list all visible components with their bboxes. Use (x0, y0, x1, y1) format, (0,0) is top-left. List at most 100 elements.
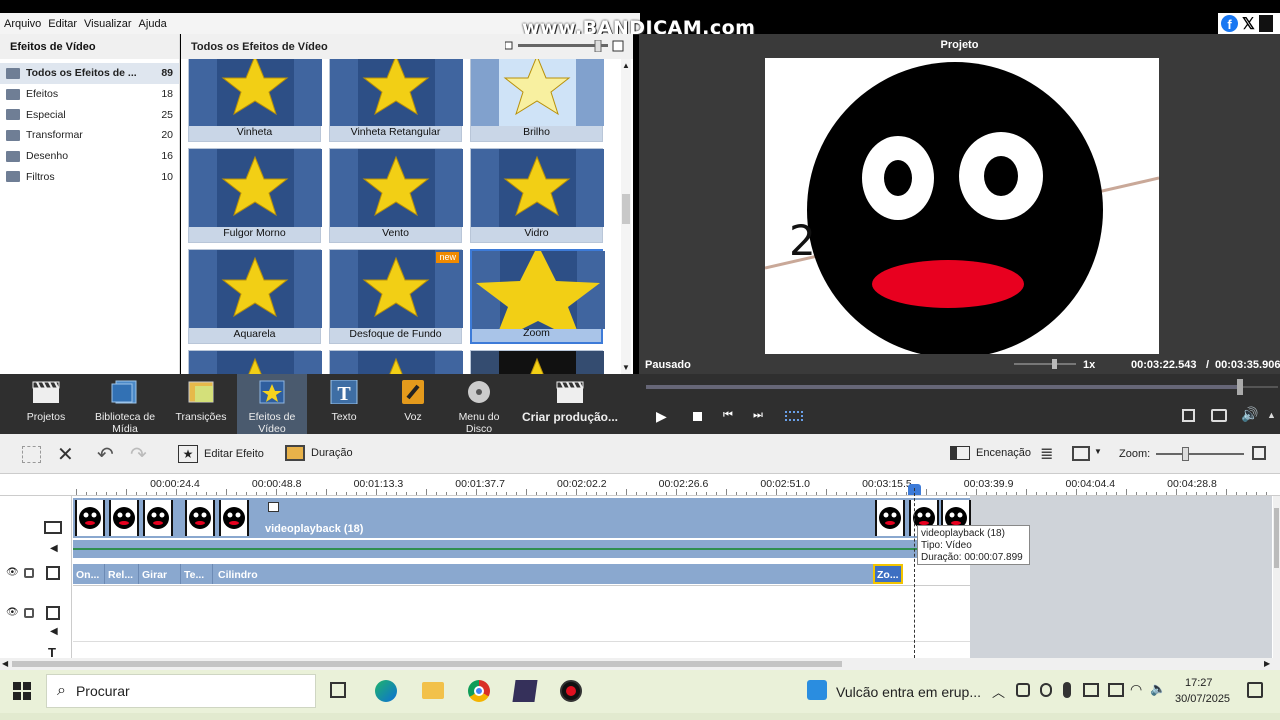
task-view-icon[interactable] (330, 682, 346, 698)
category-filtros[interactable]: Filtros 10 (0, 166, 179, 187)
clock-date[interactable]: 30/07/2025 (1175, 693, 1230, 705)
wifi-icon[interactable]: ◠ (1130, 681, 1142, 698)
audio-mixer-icon[interactable]: ≣ (1040, 444, 1053, 464)
timeline-horizontal-scrollbar[interactable]: ◀ ▶ (0, 658, 1280, 670)
scroll-thumb[interactable] (622, 194, 630, 224)
menu-arquivo[interactable]: Arquivo (4, 18, 41, 30)
create-production-button[interactable]: Criar produção... (518, 374, 622, 434)
disc-menu-button[interactable]: Menu do Disco (445, 374, 513, 435)
file-explorer-icon[interactable] (422, 682, 444, 699)
category-especial[interactable]: Especial 25 (0, 104, 179, 125)
menu-visualizar[interactable]: Visualizar (84, 18, 132, 30)
menu-editar[interactable]: Editar (48, 18, 77, 30)
snapshot-camera-icon[interactable] (1211, 409, 1227, 422)
scroll-left-icon[interactable]: ◀ (2, 659, 8, 668)
hscroll-thumb[interactable] (12, 661, 842, 667)
effect-tile[interactable]: Vidro (470, 148, 604, 243)
tray-webcam-icon[interactable] (1040, 683, 1052, 697)
volume-icon[interactable]: 🔊 (1241, 406, 1258, 423)
menu-ajuda[interactable]: Ajuda (139, 18, 167, 30)
view-mode-icon[interactable] (1072, 446, 1090, 461)
speed-slider[interactable] (1014, 359, 1076, 369)
media-library-button[interactable]: Biblioteca de Mídia (91, 374, 159, 435)
undo-icon[interactable]: ↶ (97, 442, 114, 467)
bandicam-record-icon[interactable] (560, 680, 582, 702)
effects-scrollbar[interactable]: ▲ ▼ (621, 59, 631, 374)
tray-expand-icon[interactable]: ︿ (992, 682, 1005, 701)
visibility-eye-icon[interactable]: 👁 (6, 607, 19, 618)
scroll-down-icon[interactable]: ▼ (622, 363, 630, 372)
effect-tile[interactable]: new Desfoque de Fundo (329, 249, 463, 344)
effect-segment[interactable]: Rel... (105, 564, 139, 584)
transitions-button[interactable]: Transições (167, 374, 235, 434)
redo-icon[interactable]: ↷ (130, 442, 147, 467)
clock-time[interactable]: 17:27 (1185, 677, 1213, 689)
category-transformar[interactable]: Transformar 20 (0, 125, 179, 146)
scroll-right-icon[interactable]: ▶ (1264, 659, 1270, 668)
volume-up-arrow-icon[interactable]: ▲ (1267, 410, 1276, 420)
effect-tile[interactable] (329, 350, 463, 374)
voice-button[interactable]: Voz (379, 374, 447, 434)
playhead-line[interactable] (914, 488, 915, 658)
effect-tile[interactable]: Vento (329, 148, 463, 243)
x-icon[interactable]: 𝕏 (1242, 14, 1255, 34)
thumbnail-size-slider[interactable] (505, 40, 625, 52)
effect-segment[interactable]: Girar (139, 564, 181, 584)
tray-keyboard-icon[interactable] (1108, 683, 1124, 697)
news-headline[interactable]: Vulcão entra em erup... (836, 684, 981, 700)
effect-tile[interactable]: Vinheta Retangular (329, 59, 463, 142)
effect-tile[interactable] (188, 350, 322, 374)
effect-tile[interactable]: Vinheta (188, 59, 322, 142)
effect-segment[interactable]: Cilindro (213, 564, 873, 584)
timeline-vertical-scrollbar[interactable] (1273, 496, 1280, 658)
loop-icon[interactable] (785, 411, 803, 421)
effect-tile[interactable]: Aquarela (188, 249, 322, 344)
taskbar-search[interactable]: ⌕ Procurar (46, 674, 316, 708)
staging-button[interactable]: Encenação (950, 446, 1031, 460)
zoom-slider[interactable] (1156, 447, 1244, 461)
projects-button[interactable]: Projetos (12, 374, 80, 434)
scroll-up-icon[interactable]: ▲ (622, 61, 630, 70)
edit-effect-button[interactable]: ★ Editar Efeito (178, 445, 264, 463)
text-button[interactable]: T Texto (310, 374, 378, 434)
effect-segment[interactable]: On... (73, 564, 105, 584)
category-all[interactable]: Todos os Efeitos de ... 89 (0, 63, 179, 84)
delete-icon[interactable]: ✕ (57, 442, 74, 467)
select-all-icon[interactable] (22, 446, 41, 463)
effect-segment[interactable]: Te... (181, 564, 213, 584)
zoom-fit-icon[interactable] (1252, 446, 1266, 460)
effect-tile[interactable]: Fulgor Morno (188, 148, 322, 243)
previous-frame-icon[interactable]: ⏮ (723, 409, 733, 422)
preview-video-frame[interactable]: 2 (765, 58, 1159, 354)
video-effects-button[interactable]: Efeitos de Vídeo (237, 374, 307, 435)
view-mode-dropdown-icon[interactable]: ▼ (1094, 447, 1102, 456)
news-widget-icon[interactable] (807, 680, 827, 700)
zoom-effect-segment[interactable]: Zo... (873, 564, 903, 584)
windows-start-icon[interactable] (13, 682, 31, 700)
audio-clip[interactable] (73, 540, 970, 558)
duration-button[interactable]: Duração (285, 445, 353, 461)
tray-shield-icon[interactable] (1016, 683, 1030, 697)
effect-tile[interactable]: Brilho (470, 59, 604, 142)
tray-display-icon[interactable] (1083, 683, 1099, 697)
effect-tile[interactable] (470, 350, 604, 374)
timeline-ruler[interactable]: 00:00:24.4 00:00:48.8 00:01:13.3 00:01:37.7… (0, 474, 1280, 496)
category-desenho[interactable]: Desenho 16 (0, 146, 179, 167)
edge-icon[interactable] (375, 680, 397, 702)
next-frame-icon[interactable]: ⏭ (753, 409, 763, 422)
volume-tray-icon[interactable]: 🔈 (1150, 681, 1166, 697)
fullscreen-icon[interactable] (1182, 409, 1195, 422)
playback-progress-track[interactable] (646, 379, 1278, 395)
video-clip[interactable]: videoplayback (18) (73, 498, 971, 538)
play-icon[interactable]: ▶ (656, 408, 667, 425)
visibility-eye-icon[interactable]: 👁 (6, 567, 19, 578)
facebook-icon[interactable]: f (1221, 15, 1238, 32)
chrome-icon[interactable] (468, 680, 490, 702)
lock-icon[interactable] (24, 608, 34, 618)
category-efeitos[interactable]: Efeitos 18 (0, 84, 179, 105)
stop-icon[interactable] (693, 412, 702, 421)
effect-tile[interactable]: Zoom (470, 249, 605, 344)
lock-icon[interactable] (24, 568, 34, 578)
video-editor-icon[interactable] (512, 680, 538, 702)
microphone-icon[interactable] (1063, 682, 1071, 698)
